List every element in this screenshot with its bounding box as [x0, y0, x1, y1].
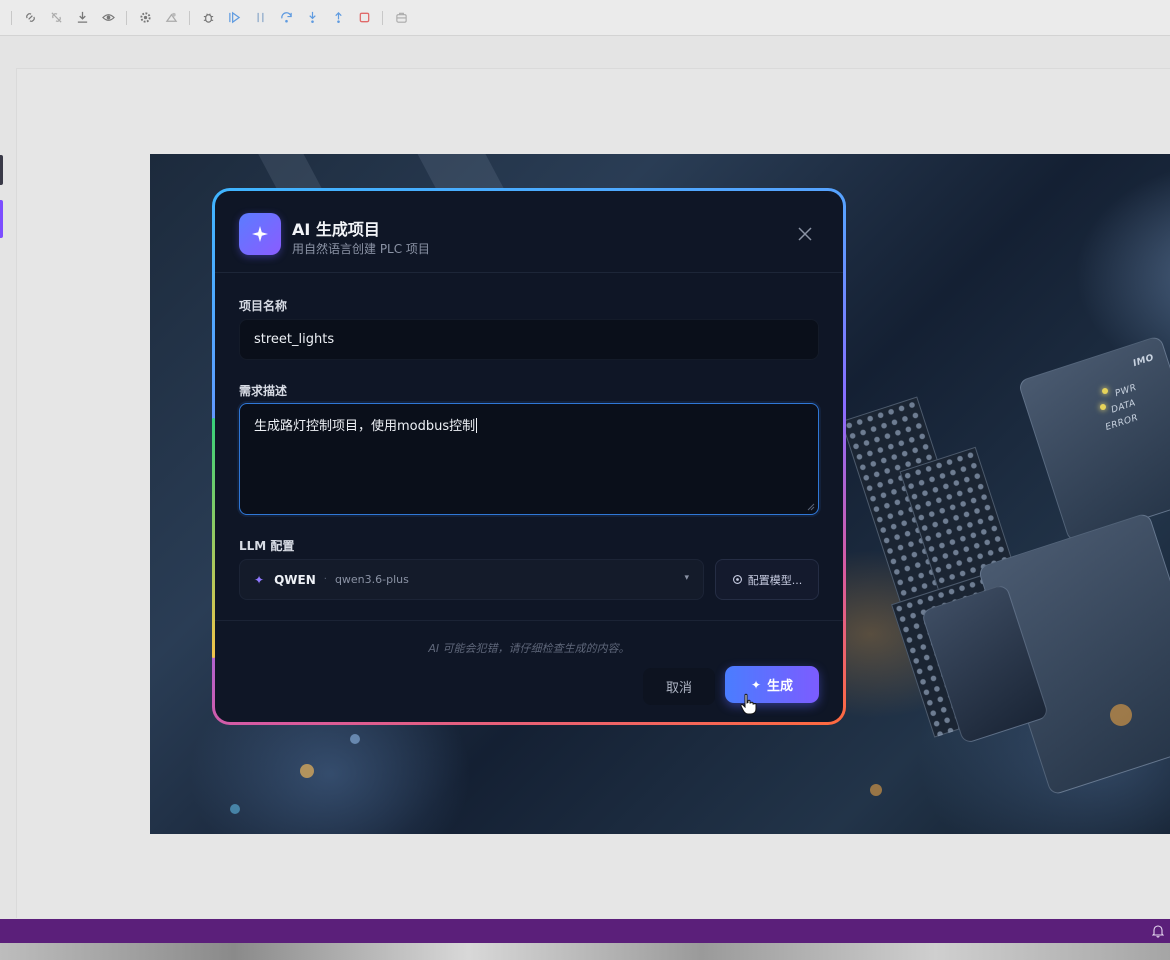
- toolbar-divider: [189, 10, 190, 25]
- gear-icon: [732, 575, 742, 584]
- step-out-icon[interactable]: [331, 11, 345, 25]
- configure-model-label: 配置模型...: [747, 573, 803, 587]
- ai-generate-dialog-frame: AI 生成项目 用自然语言创建 PLC 项目 项目名称 street_light…: [212, 188, 846, 725]
- text-caret: [476, 418, 478, 433]
- ai-disclaimer: AI 可能会犯错，请仔细检查生成的内容。: [428, 642, 630, 655]
- project-name-input[interactable]: street_lights: [239, 319, 819, 360]
- cancel-button[interactable]: 取消: [643, 668, 715, 705]
- pause-icon[interactable]: [253, 11, 267, 25]
- footer-divider: [215, 620, 843, 621]
- hand-cursor-icon: [740, 693, 757, 715]
- llm-separator: ·: [323, 574, 327, 585]
- side-handle[interactable]: [0, 155, 3, 185]
- project-name-label: 项目名称: [239, 299, 288, 313]
- stop-icon[interactable]: [357, 11, 371, 25]
- bokeh-light: [1110, 704, 1132, 726]
- side-handle-active[interactable]: [0, 200, 3, 238]
- requirement-textarea[interactable]: 生成路灯控制项目，使用modbus控制: [239, 403, 819, 515]
- llm-model-select[interactable]: ✦ QWEN · qwen3.6-plus ▾: [239, 559, 704, 600]
- unlink-icon[interactable]: [49, 11, 63, 25]
- chevron-down-icon: ▾: [684, 573, 689, 583]
- llm-provider: QWEN: [274, 572, 316, 587]
- toolbar-divider: [382, 10, 383, 25]
- generate-label: 生成: [767, 679, 794, 694]
- close-icon[interactable]: [797, 226, 813, 242]
- top-toolbar: [0, 0, 1170, 36]
- debug-icon[interactable]: [201, 11, 215, 25]
- step-over-icon[interactable]: [279, 11, 293, 25]
- notification-bell-icon[interactable]: [1152, 924, 1164, 938]
- llm-config-label: LLM 配置: [239, 539, 295, 553]
- toolbar-divider: [126, 10, 127, 25]
- ai-generate-dialog: AI 生成项目 用自然语言创建 PLC 项目 项目名称 street_light…: [215, 191, 843, 722]
- requirement-text: 生成路灯控制项目，使用modbus控制: [254, 419, 476, 434]
- bokeh-light: [870, 784, 882, 796]
- llm-model-name: qwen3.6-plus: [334, 573, 409, 586]
- watch-icon[interactable]: [101, 11, 115, 25]
- download-icon[interactable]: [75, 11, 89, 25]
- step-into-icon[interactable]: [305, 11, 319, 25]
- bag-icon[interactable]: [394, 11, 408, 25]
- desktop-backdrop: [0, 943, 1170, 960]
- settings-icon[interactable]: [138, 11, 152, 25]
- resize-handle-icon[interactable]: [807, 503, 815, 511]
- run-icon[interactable]: [227, 11, 241, 25]
- bokeh-light: [350, 734, 360, 744]
- requirement-label: 需求描述: [239, 384, 288, 398]
- status-bar: [0, 919, 1170, 943]
- bokeh-light: [300, 764, 314, 778]
- bokeh-light: [230, 804, 240, 814]
- toolbar-divider: [11, 10, 12, 25]
- dialog-subtitle: 用自然语言创建 PLC 项目: [292, 242, 430, 256]
- sparkle-icon: [239, 213, 281, 255]
- link-icon[interactable]: [23, 11, 37, 25]
- sparkle-icon: ✦: [750, 677, 762, 692]
- configure-model-button[interactable]: 配置模型...: [715, 559, 819, 600]
- dialog-header: AI 生成项目 用自然语言创建 PLC 项目: [215, 191, 843, 273]
- dialog-title: AI 生成项目: [292, 220, 380, 239]
- io-module: [1017, 334, 1170, 544]
- sparkle-icon: ✦: [254, 572, 265, 587]
- data-led: [1100, 404, 1106, 410]
- pwr-led: [1102, 388, 1108, 394]
- deploy-icon[interactable]: [164, 11, 178, 25]
